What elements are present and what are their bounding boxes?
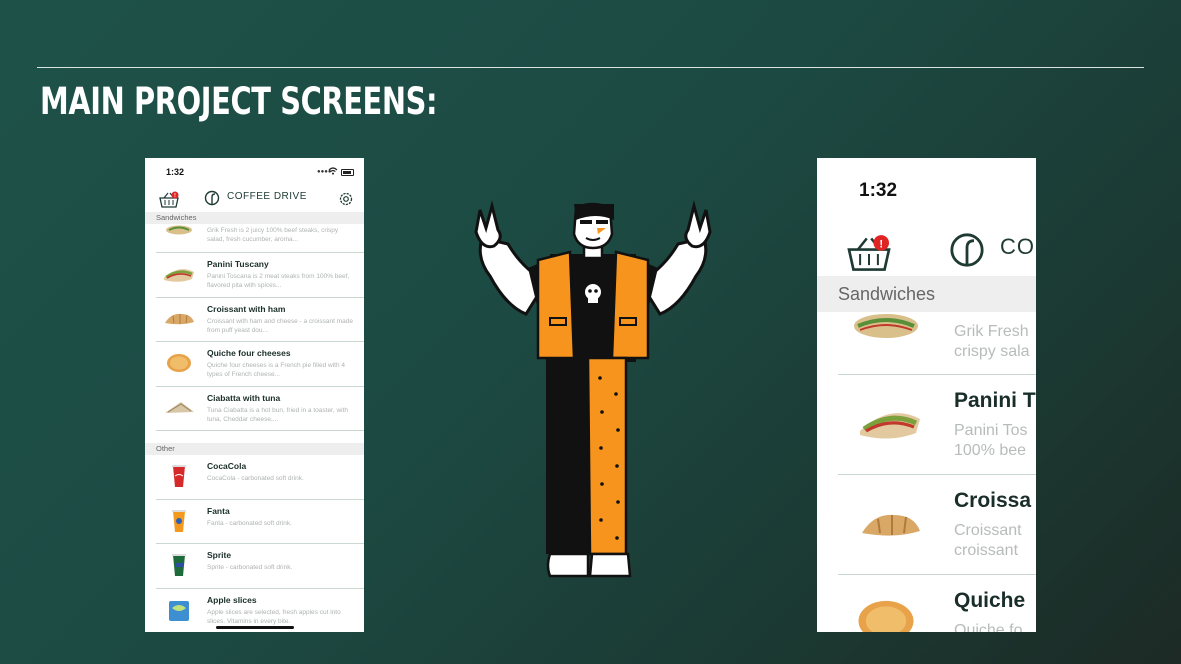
item-name: Quiche four cheeses xyxy=(207,348,291,358)
gear-icon[interactable] xyxy=(338,191,354,207)
quiche-image xyxy=(858,600,914,632)
item-name: CocaCola xyxy=(207,461,247,471)
coffee-drive-logo-icon xyxy=(950,233,984,267)
item-description: Panini Toscana is 2 meat steaks from 100… xyxy=(207,273,350,289)
item-name: Apple slices xyxy=(207,594,257,605)
app-title: CO xyxy=(1000,234,1035,259)
list-item[interactable]: Quiche four cheeses Quiche four cheeses … xyxy=(156,342,364,387)
fanta-cup-image xyxy=(172,509,186,532)
cart-icon[interactable]: ! xyxy=(159,191,179,209)
slide-title: MAIN PROJECT SCREENS: xyxy=(40,80,438,123)
item-description: crispy sala xyxy=(954,343,1030,360)
wifi-icon xyxy=(328,167,338,175)
svg-text:!: ! xyxy=(879,238,883,250)
cocacola-cup-image xyxy=(172,465,186,487)
grik-fresh-image xyxy=(854,314,918,338)
list-item[interactable]: Croissant with ham Croissant with ham an… xyxy=(156,298,364,342)
item-description: Apple slices are selected, fresh apples … xyxy=(207,608,341,625)
home-indicator xyxy=(216,626,294,629)
battery-icon xyxy=(341,169,354,176)
item-name: Panini T xyxy=(954,389,1036,412)
list-item[interactable]: Grik Fresh is 2 juicy 100% beef steaks, … xyxy=(156,224,364,253)
app-header: ! COFFEE DRIVE xyxy=(145,188,364,212)
section-header-sandwiches: Sandwiches xyxy=(817,276,1036,312)
section-title: Sandwiches xyxy=(838,284,936,304)
sprite-cup-image xyxy=(172,554,186,576)
title-divider xyxy=(37,67,1144,68)
item-description: Fanta - carbonated soft drink. xyxy=(207,519,292,527)
list-item[interactable]: Grik Fresh crispy sala xyxy=(838,312,1036,375)
list-item[interactable]: Croissa Croissant croissant xyxy=(838,475,1036,575)
section-header-sandwiches: Sandwiches xyxy=(145,212,364,224)
section-header-other: Other xyxy=(145,443,364,455)
item-name: Panini Tuscany xyxy=(207,259,269,269)
menu-list: Sandwiches Grik Fresh is 2 juicy 100% be… xyxy=(145,212,364,632)
item-description: Croissant with ham and cheese - a croiss… xyxy=(207,317,353,334)
status-time: 1:32 xyxy=(859,180,898,201)
item-description: Tuna Ciabatta is a hot bun, fried in a t… xyxy=(207,406,349,423)
phone-screen-right-zoomed: 1:32 ! CO Sandwiches Grik Fresh crispy s… xyxy=(817,158,1036,632)
croissant-image xyxy=(165,313,194,324)
phone-screen-left: 1:32 ●●●● ! COFFEE DRIVE Sandwiches Grik… xyxy=(145,158,364,632)
item-name: Fanta xyxy=(207,505,230,516)
rock-character-illustration xyxy=(474,200,712,578)
item-name: Croissa xyxy=(954,489,1032,512)
item-name: Ciabatta with tuna xyxy=(207,392,281,403)
list-item[interactable]: Panini T Panini Tos 100% bee xyxy=(838,375,1036,475)
cart-icon[interactable]: ! xyxy=(845,234,893,274)
list-item[interactable]: Panini Tuscany Panini Toscana is 2 meat … xyxy=(156,253,364,298)
grik-fresh-image xyxy=(166,225,192,235)
list-item[interactable]: Quiche Quiche fo xyxy=(838,575,1036,632)
status-time: 1:32 xyxy=(166,167,185,177)
item-name: Sprite xyxy=(207,550,232,560)
panini-image xyxy=(860,413,920,439)
coffee-drive-logo-icon xyxy=(204,190,220,206)
app-title: COFFEE DRIVE xyxy=(227,191,307,202)
item-name: Quiche xyxy=(954,589,1026,612)
ciabatta-image xyxy=(165,401,194,413)
quiche-image xyxy=(167,354,191,372)
apple-slices-image xyxy=(169,600,189,621)
list-item[interactable]: Fanta Fanta - carbonated soft drink. xyxy=(156,500,364,544)
item-description: Panini Tos xyxy=(954,422,1028,439)
panini-image xyxy=(164,269,194,282)
item-description: 100% bee xyxy=(954,442,1027,459)
item-description: Croissant xyxy=(954,522,1022,539)
item-description: CocaCola - carbonated soft drink. xyxy=(207,475,304,482)
item-description: Quiche four cheeses is a French pie fill… xyxy=(207,362,346,378)
item-description: croissant xyxy=(954,542,1019,559)
list-item[interactable]: Ciabatta with tuna Tuna Ciabatta is a ho… xyxy=(156,387,364,431)
item-name: Croissant with ham xyxy=(207,303,286,314)
list-item[interactable]: CocaCola CocaCola - carbonated soft drin… xyxy=(156,455,364,500)
item-description: Grik Fresh xyxy=(954,323,1029,340)
item-description: Quiche fo xyxy=(954,622,1023,632)
item-description: Sprite - carbonated soft drink. xyxy=(207,564,293,571)
list-item[interactable]: Sprite Sprite - carbonated soft drink. xyxy=(156,544,364,589)
status-bar: 1:32 ●●●● xyxy=(145,158,364,188)
croissant-image xyxy=(862,514,920,536)
item-description: Grik Fresh is 2 juicy 100% beef steaks, … xyxy=(207,227,339,243)
